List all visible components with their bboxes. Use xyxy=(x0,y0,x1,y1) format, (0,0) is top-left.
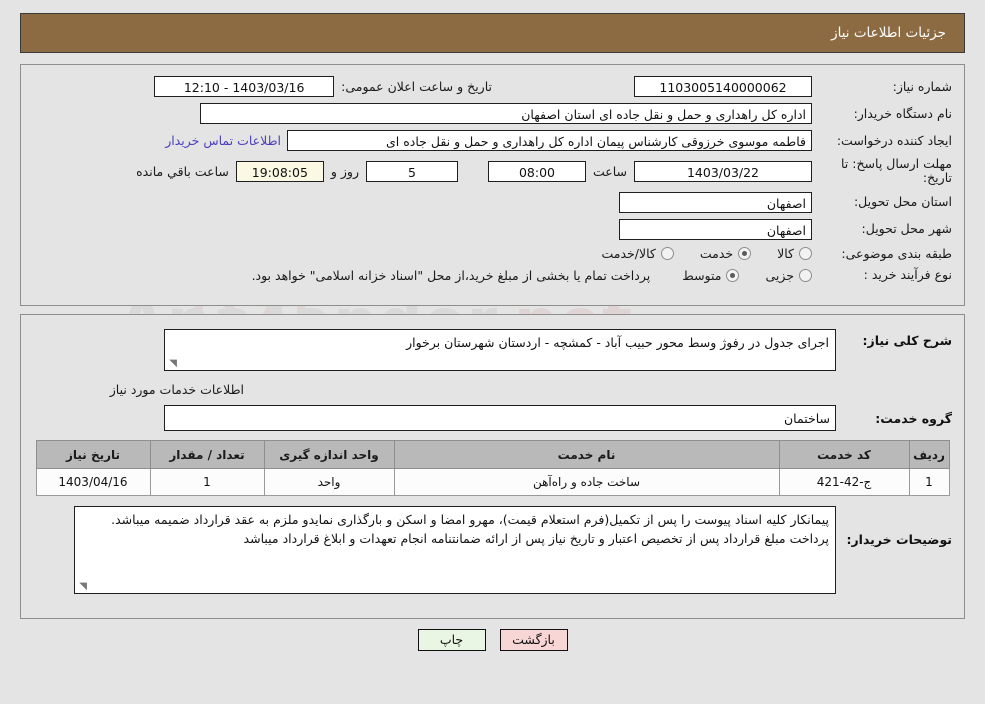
cell-service-code: ج-42-421 xyxy=(778,468,910,496)
category-label: طبقه بندی موضوعی: xyxy=(841,245,952,261)
buyer-notes-textarea[interactable]: پیمانکار کلیه اسناد پیوست را پس از تکمیل… xyxy=(74,506,836,594)
row-requester: ایجاد کننده درخواست: فاطمه موسوی خرزوقی … xyxy=(21,127,964,154)
buyer-notes-label: توضیحات خریدار: xyxy=(846,532,952,547)
back-button[interactable]: بازگشت xyxy=(499,629,568,651)
row-description: شرح کلی نیاز: اجرای جدول در رفوژ وسط محو… xyxy=(21,321,964,374)
need-info-panel: شماره نیاز: 1103005140000062 تاریخ و ساع… xyxy=(20,64,965,306)
resize-grip-icon[interactable]: ◥ xyxy=(167,359,177,369)
row-service-group: گروه خدمت: ساختمان xyxy=(21,399,964,434)
radio-icon[interactable] xyxy=(799,268,812,282)
process-option-label: متوسط xyxy=(682,267,722,283)
cell-need-date: 1403/04/16 xyxy=(35,468,151,496)
category-option-kala-khedmat[interactable]: کالا/خدمت xyxy=(601,246,674,262)
category-option-label: کالا/خدمت xyxy=(601,246,656,262)
need-number-value: 1103005140000062 xyxy=(634,76,812,97)
category-option-khedmat[interactable]: خدمت xyxy=(699,246,752,262)
row-city: شهر محل تحویل: اصفهان xyxy=(21,216,964,243)
deadline-countdown-value: 19:08:05 xyxy=(235,160,324,182)
deadline-days-suffix: روز و xyxy=(330,163,359,179)
process-type-note: پرداخت تمام یا بخشی از مبلغ خرید،از محل … xyxy=(251,267,651,283)
province-value: اصفهان xyxy=(619,191,812,213)
cell-service-name: ساخت جاده و راه‌آهن xyxy=(393,468,780,496)
deadline-label: مهلت ارسال پاسخ: تا تاریخ: xyxy=(841,156,952,186)
description-value: اجرای جدول در رفوژ وسط محور حبیب آباد - … xyxy=(406,335,829,350)
buyer-notes-value: پیمانکار کلیه اسناد پیوست را پس از تکمیل… xyxy=(111,512,829,546)
description-label: شرح کلی نیاز: xyxy=(862,333,952,348)
print-button[interactable]: چاپ xyxy=(417,629,486,651)
row-need-number: شماره نیاز: 1103005140000062 تاریخ و ساع… xyxy=(21,73,964,100)
th-service-code: کد خدمت xyxy=(778,440,910,469)
cell-row-no: 1 xyxy=(908,468,950,496)
city-value: اصفهان xyxy=(619,218,812,240)
deadline-countdown-suffix: ساعت باقي مانده xyxy=(136,163,229,179)
radio-icon[interactable] xyxy=(799,247,812,261)
row-process-type: نوع فرآیند خرید : جزیی متوسط پرداخت تمام… xyxy=(21,264,964,286)
deadline-date-value: 1403/03/22 xyxy=(634,160,812,182)
category-radio-group: کالا خدمت کالا/خدمت xyxy=(575,246,812,261)
buyer-org-label: نام دستگاه خریدار: xyxy=(853,105,952,121)
category-option-label: خدمت xyxy=(699,246,734,262)
footer-button-bar: بازگشت چاپ xyxy=(0,629,985,651)
th-service-name: نام خدمت xyxy=(393,440,780,469)
process-type-label: نوع فرآیند خرید : xyxy=(863,267,952,283)
row-province: استان محل تحویل: اصفهان xyxy=(21,189,964,216)
process-option-motevaset[interactable]: متوسط xyxy=(682,267,740,283)
need-number-label: شماره نیاز: xyxy=(892,78,952,94)
resize-grip-icon[interactable]: ◥ xyxy=(77,582,87,592)
cell-unit: واحد xyxy=(263,468,395,496)
th-unit: واحد اندازه گیری xyxy=(263,440,395,469)
row-deadline: مهلت ارسال پاسخ: تا تاریخ: 1403/03/22 سا… xyxy=(21,154,964,189)
table-row: 1 ج-42-421 ساخت جاده و راه‌آهن واحد 1 14… xyxy=(35,468,950,496)
services-panel: شرح کلی نیاز: اجرای جدول در رفوژ وسط محو… xyxy=(20,314,965,619)
row-category: طبقه بندی موضوعی: کالا خدمت کالا/خدمت xyxy=(21,243,964,265)
services-section-title: اطلاعات خدمات مورد نیاز xyxy=(109,382,244,397)
service-group-value: ساختمان xyxy=(164,405,836,431)
description-textarea[interactable]: اجرای جدول در رفوژ وسط محور حبیب آباد - … xyxy=(164,329,836,371)
radio-icon[interactable] xyxy=(660,247,674,261)
requester-label: ایجاد کننده درخواست: xyxy=(836,132,952,148)
page-title: جزئیات اطلاعات نیاز xyxy=(831,25,946,41)
process-option-label: جزیی xyxy=(765,267,794,283)
th-row-no: ردیف xyxy=(908,440,950,469)
province-label: استان محل تحویل: xyxy=(853,194,952,210)
header-bar: جزئیات اطلاعات نیاز xyxy=(20,13,965,53)
category-option-label: کالا xyxy=(777,246,794,262)
th-need-date: تاریخ نیاز xyxy=(35,440,151,469)
buyer-org-value: اداره کل راهداری و حمل و نقل جاده ای است… xyxy=(200,103,812,124)
deadline-hour-value: 08:00 xyxy=(487,160,586,182)
page-root: جزئیات اطلاعات نیاز شماره نیاز: 11030051… xyxy=(0,13,985,651)
radio-icon[interactable] xyxy=(738,247,752,261)
row-buyer-org: نام دستگاه خریدار: اداره کل راهداری و حم… xyxy=(21,100,964,127)
public-announce-value: 1403/03/16 - 12:10 xyxy=(154,76,335,97)
public-announce-label: تاریخ و ساعت اعلان عمومی: xyxy=(341,79,492,94)
th-quantity: تعداد / مقدار xyxy=(149,440,265,469)
deadline-days-value: 5 xyxy=(365,160,458,182)
service-group-label: گروه خدمت: xyxy=(875,410,952,426)
radio-icon[interactable] xyxy=(726,268,740,282)
buyer-contact-link[interactable]: اطلاعات تماس خریدار xyxy=(159,133,287,148)
requester-value: فاطمه موسوی خرزوقی کارشناس پیمان اداره ک… xyxy=(287,130,812,151)
category-option-kala[interactable]: کالا xyxy=(777,246,812,261)
services-table: ردیف کد خدمت نام خدمت واحد اندازه گیری ت… xyxy=(35,440,950,496)
row-buyer-notes: توضیحات خریدار: پیمانکار کلیه اسناد پیوس… xyxy=(21,496,964,597)
city-label: شهر محل تحویل: xyxy=(861,221,952,237)
process-type-radio-group: جزیی متوسط xyxy=(656,268,812,283)
table-header-row: ردیف کد خدمت نام خدمت واحد اندازه گیری ت… xyxy=(35,440,950,469)
deadline-hour-label: ساعت xyxy=(592,163,627,179)
cell-quantity: 1 xyxy=(149,468,265,496)
process-option-jozee[interactable]: جزیی xyxy=(765,268,812,283)
